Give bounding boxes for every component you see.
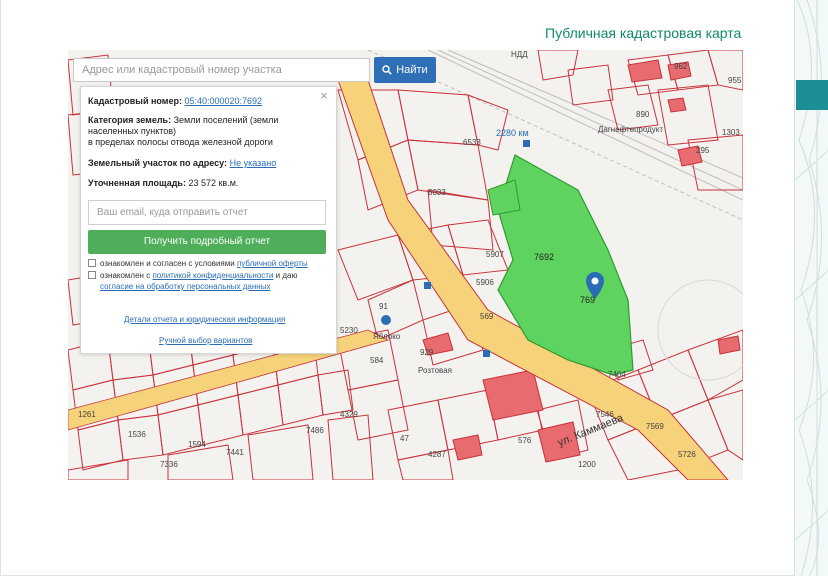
parcel-number: 955 bbox=[728, 76, 742, 85]
company-label: Дагнефтепродукт bbox=[598, 125, 664, 134]
parcel-number: 1594 bbox=[188, 440, 206, 449]
parcel-number: 5726 bbox=[678, 450, 696, 459]
parcel-number: 6533 bbox=[463, 138, 481, 147]
parcel-number: 7441 bbox=[226, 448, 244, 457]
parcel-number: 1536 bbox=[128, 430, 146, 439]
parcel-number: 7486 bbox=[306, 426, 324, 435]
parcel-main-label: 7692 bbox=[534, 252, 555, 262]
side-tab[interactable] bbox=[796, 80, 828, 110]
cadastral-row: Кадастровый номер: 05:40:000020:7692 bbox=[88, 96, 262, 107]
location-pin-icon[interactable] bbox=[585, 272, 605, 300]
cadastral-label: Кадастровый номер: bbox=[88, 96, 182, 106]
parcel-number: 7569 bbox=[646, 422, 664, 431]
parcel-number: 4329 bbox=[340, 410, 358, 419]
manual-selection-link[interactable]: Ручной выбор вариантов bbox=[159, 336, 252, 345]
parcel-number: 91 bbox=[379, 302, 388, 311]
parcel-number: 5230 bbox=[340, 326, 358, 335]
area-row: Уточненная площадь: 23 572 кв.м. bbox=[88, 178, 238, 189]
hdd-label: НДД bbox=[511, 50, 528, 59]
address-label: Земельный участок по адресу: bbox=[88, 158, 228, 168]
category-label: Категория земель: bbox=[88, 115, 172, 125]
area-label: Уточненная площадь: bbox=[88, 178, 186, 188]
offer-consent-text: ознакомлен и согласен с условиями bbox=[100, 259, 235, 268]
parcel-number: 7336 bbox=[160, 460, 178, 469]
parcel-number: 576 bbox=[518, 436, 532, 445]
address-row: Земельный участок по адресу: Не указано bbox=[88, 158, 276, 169]
store-label: Розтовая bbox=[418, 366, 452, 375]
privacy-consent-text-2: и даю bbox=[275, 271, 298, 280]
search-button[interactable]: Найти bbox=[374, 57, 436, 83]
page-title: Публичная кадастровая карта bbox=[545, 25, 742, 41]
public-offer-link[interactable]: публичной оферты bbox=[237, 259, 308, 268]
privacy-consent-row: ознакомлен с политикой конфиденциальност… bbox=[88, 270, 323, 292]
parcel-number: 6033 bbox=[428, 188, 446, 197]
parcel-number: 1200 bbox=[578, 460, 596, 469]
search-icon bbox=[382, 65, 393, 75]
parcel-number: 47 bbox=[400, 434, 409, 443]
parcel-number: 4287 bbox=[428, 450, 446, 459]
privacy-consent-text: ознакомлен с bbox=[100, 271, 151, 280]
parcel-number: 1303 bbox=[722, 128, 740, 137]
parcel-number: 1261 bbox=[78, 410, 96, 419]
station-label: 2280 км bbox=[496, 128, 529, 138]
shop-label: Яблоко bbox=[373, 332, 401, 341]
parcel-number: 584 bbox=[370, 356, 384, 365]
parcel-number: 7404 bbox=[608, 370, 626, 379]
parcel-number: 5906 bbox=[476, 278, 494, 287]
offer-consent-row: ознакомлен и согласен с условиями публич… bbox=[88, 258, 308, 269]
category-value-1: Земли поселений (земли bbox=[173, 115, 279, 125]
category-value-2: населенных пунктов) bbox=[88, 126, 177, 136]
address-link[interactable]: Не указано bbox=[230, 158, 277, 168]
get-report-button[interactable]: Получить подробный отчет bbox=[88, 230, 326, 254]
parcel-number: 929 bbox=[420, 348, 434, 357]
parcel-number: 7546 bbox=[596, 410, 614, 419]
area-value: 23 572 кв.м. bbox=[188, 178, 239, 188]
parcel-number: 5907 bbox=[486, 250, 504, 259]
search-button-label: Найти bbox=[396, 64, 428, 76]
category-value-3: в пределах полосы отвода железной дороги bbox=[88, 137, 273, 147]
offer-consent-checkbox[interactable] bbox=[88, 259, 96, 267]
parcel-number: 890 bbox=[636, 110, 650, 119]
personal-data-consent-link[interactable]: согласие на обработку персональных данны… bbox=[100, 282, 270, 291]
category-row: Категория земель: Земли поселений (земли… bbox=[88, 115, 318, 148]
privacy-consent-checkbox[interactable] bbox=[88, 271, 96, 279]
email-field[interactable]: Ваш email, куда отправить отчет bbox=[88, 200, 326, 225]
search-input[interactable]: Адрес или кадастровый номер участка bbox=[73, 58, 370, 82]
report-details-link[interactable]: Детали отчета и юридическая информация bbox=[124, 315, 285, 324]
privacy-policy-link[interactable]: политикой конфиденциальности bbox=[152, 271, 273, 280]
parcel-number: 569 bbox=[480, 312, 494, 321]
parcel-number: 295 bbox=[696, 146, 710, 155]
cadastral-number-link[interactable]: 05:40:000020:7692 bbox=[184, 96, 262, 106]
close-icon[interactable]: × bbox=[318, 89, 330, 102]
parcel-number: 962 bbox=[674, 62, 688, 71]
